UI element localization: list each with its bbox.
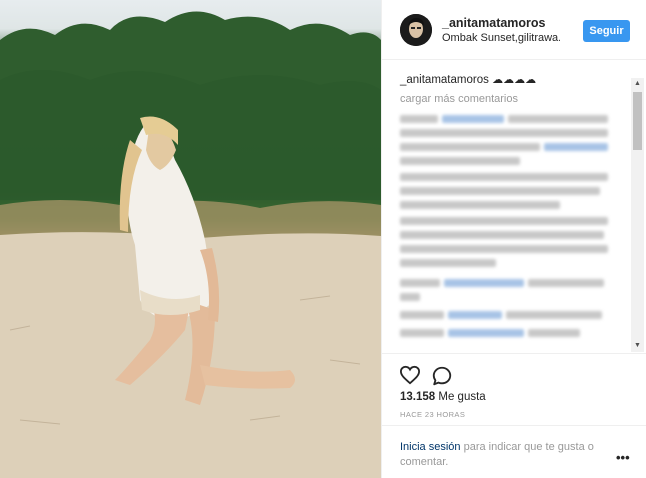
blurred-mention-line: [448, 329, 524, 337]
scrollbar-thumb[interactable]: [633, 92, 642, 150]
post-actions: 13.158 Me gusta HACE 23 HORAS: [382, 353, 646, 433]
blurred-comment-line: [400, 311, 444, 319]
post-side-panel: _anitamatamoros Ombak Sunset,gilitrawa..…: [381, 0, 646, 478]
login-bar: Inicia sesión para indicar que te gusta …: [382, 425, 646, 478]
blurred-comment-line: [400, 259, 496, 267]
avatar[interactable]: [400, 14, 432, 46]
post-photo[interactable]: [0, 0, 381, 478]
blurred-comment-line: [400, 143, 540, 151]
blurred-comment-line: [400, 201, 560, 209]
load-more-comments-link[interactable]: cargar más comentarios: [400, 93, 518, 105]
blurred-mention-line: [448, 311, 502, 319]
post-username[interactable]: _anitamatamoros: [442, 16, 546, 30]
blurred-comment-line: [400, 173, 608, 181]
blurred-comment-line: [528, 329, 580, 337]
blurred-comment-line: [506, 311, 602, 319]
blurred-comment-line: [400, 115, 438, 123]
login-link[interactable]: Inicia sesión: [400, 441, 461, 453]
blurred-comment-line: [400, 217, 608, 225]
beach-photo-illustration: [0, 11, 381, 478]
blurred-mention-line: [442, 115, 504, 123]
blurred-comment-line: [400, 279, 440, 287]
post-location[interactable]: Ombak Sunset,gilitrawa...: [442, 32, 560, 44]
caption-username[interactable]: _anitamatamoros: [400, 74, 489, 86]
blurred-comment-line: [508, 115, 608, 123]
follow-button[interactable]: Seguir: [583, 20, 630, 42]
blurred-mention-line: [544, 143, 608, 151]
post-header: _anitamatamoros Ombak Sunset,gilitrawa..…: [382, 0, 646, 60]
login-prompt: Inicia sesión para indicar que te gusta …: [400, 440, 620, 470]
caption-text: ☁☁☁☁: [492, 74, 537, 86]
blurred-comment-line: [400, 129, 608, 137]
blurred-comment-line: [400, 231, 604, 239]
profile-avatar-icon: [400, 14, 432, 46]
comments-list[interactable]: _anitamatamoros ☁☁☁☁ cargar más comentar…: [382, 61, 646, 353]
likes-number: 13.158: [400, 391, 436, 403]
blurred-comment-line: [400, 187, 600, 195]
heart-icon[interactable]: [399, 365, 421, 385]
blurred-comment-line: [400, 329, 444, 337]
blurred-comment-line: [528, 279, 604, 287]
blurred-comment-line: [400, 245, 608, 253]
more-options-icon[interactable]: •••: [616, 450, 630, 465]
post-timestamp[interactable]: HACE 23 HORAS: [400, 410, 465, 419]
comment-icon[interactable]: [431, 365, 453, 387]
scroll-down-arrow[interactable]: ▼: [631, 340, 644, 352]
scroll-up-arrow[interactable]: ▲: [631, 78, 644, 90]
likes-count[interactable]: 13.158 Me gusta: [400, 391, 486, 403]
blurred-mention-line: [444, 279, 524, 287]
comments-scrollbar[interactable]: ▲ ▼: [631, 78, 644, 352]
likes-label: Me gusta: [438, 391, 486, 403]
caption: _anitamatamoros ☁☁☁☁: [400, 73, 536, 86]
blurred-comment-line: [400, 293, 420, 301]
blurred-comment-line: [400, 157, 520, 165]
